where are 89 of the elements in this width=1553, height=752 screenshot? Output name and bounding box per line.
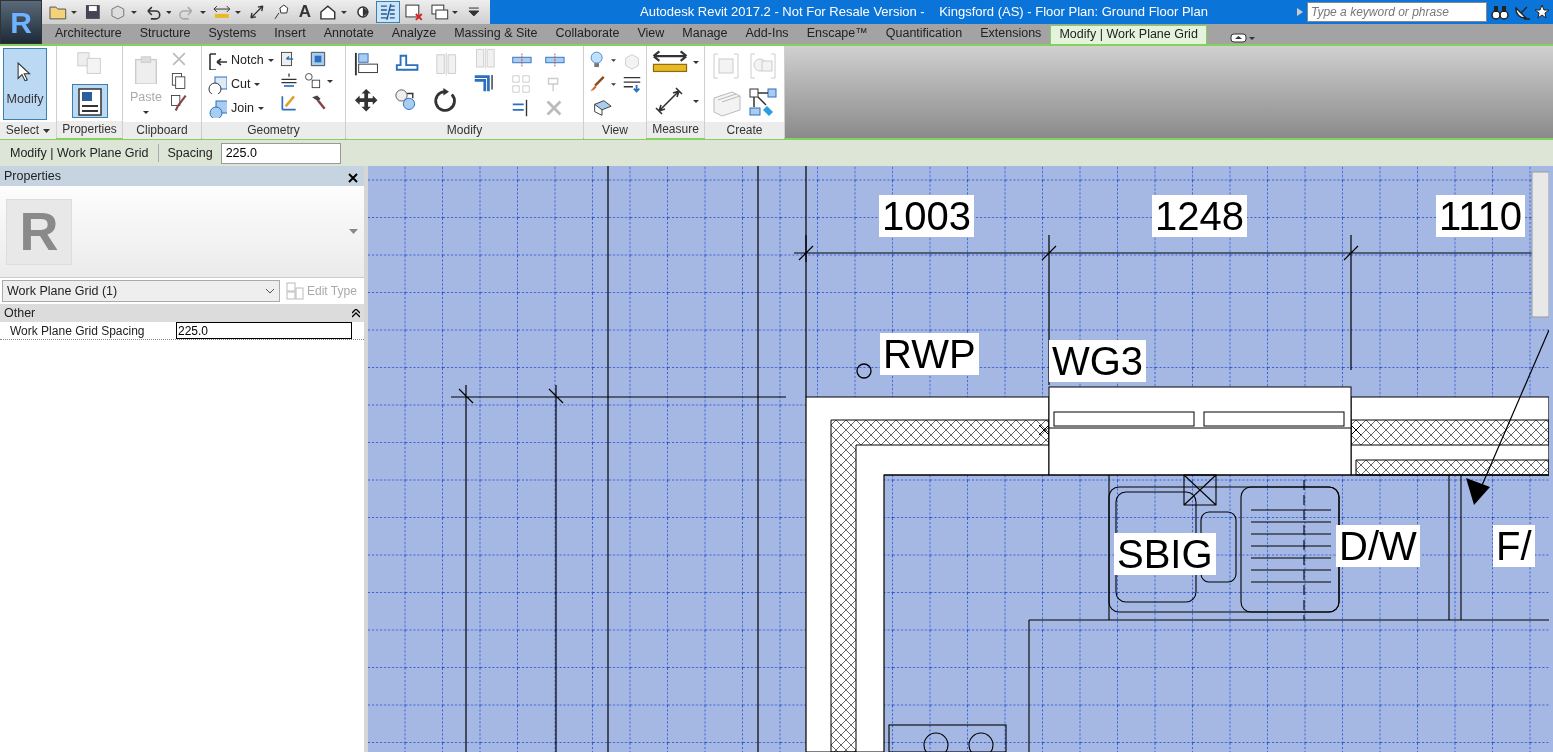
ribbon-tab[interactable]: Structure: [130, 24, 200, 44]
caret-icon: [610, 58, 616, 62]
caret-icon: [130, 10, 137, 14]
ribbon-tab[interactable]: Massing & Site: [445, 24, 547, 44]
caret-icon: [200, 10, 206, 14]
dimension-text: 1003: [879, 195, 974, 237]
caret-icon: [340, 10, 347, 14]
ribbon-tab[interactable]: Enscape™: [797, 24, 877, 44]
binoculars-icon: [1491, 3, 1509, 21]
dropdown-caret-icon: [265, 288, 275, 294]
tool-button[interactable]: Join: [205, 96, 276, 120]
cut-geometry-icon: [207, 74, 227, 94]
minimize-ribbon-icon: [1229, 33, 1256, 43]
toolbar-button[interactable]: A: [296, 1, 314, 23]
property-name: Work Plane Grid Spacing: [9, 322, 146, 340]
panel-label: Properties: [62, 121, 117, 138]
switch-windows-icon: [429, 2, 450, 22]
caret-icon: [70, 10, 77, 14]
shapes-icon: [302, 71, 323, 91]
panel-label: Create: [726, 122, 763, 139]
window-title: Autodesk Revit 2017.2 - Not For Resale Version - Kingsford (AS) - Floor Plan: Ground Floor Plan: [490, 0, 1297, 24]
panel-label: Modify: [446, 122, 483, 139]
caret-icon: [326, 79, 333, 83]
room-tag-text: WG3: [1049, 340, 1147, 382]
star-icon: [1535, 3, 1549, 21]
close-icon: [348, 172, 358, 183]
caret-icon: [452, 10, 459, 14]
close-windows-icon: [404, 2, 424, 22]
room-tag-text: F/: [1493, 525, 1535, 567]
panel-label: Select: [5, 122, 40, 139]
caret-icon: [254, 82, 261, 86]
edit-type-icon: [286, 282, 304, 300]
spacing-field[interactable]: 225.0: [220, 142, 341, 164]
ruler-icon: [651, 49, 689, 75]
ribbon-tab[interactable]: View: [628, 24, 674, 44]
expand-arrow-icon: [1297, 8, 1303, 16]
collapse-icon[interactable]: [352, 308, 360, 318]
caret-icon: [693, 60, 699, 64]
caret-icon: [165, 10, 172, 14]
panel-title: Properties: [4, 167, 61, 185]
notch-icon: [207, 50, 227, 70]
panel-label: Geometry: [247, 122, 300, 139]
caret-icon: [143, 110, 149, 114]
dimension-text: 1248: [1152, 195, 1247, 237]
brush-icon: [169, 93, 189, 113]
tool-button[interactable]: Cut: [205, 72, 276, 96]
caret-icon: [257, 106, 264, 110]
section-box-icon: [591, 97, 613, 119]
context-label: Modify | Work Plane Grid: [0, 143, 160, 163]
ribbon-tab[interactable]: Collaborate: [546, 24, 629, 44]
room-tag-text: D/W: [1336, 525, 1420, 567]
panel-label: View: [602, 122, 628, 139]
ribbon-tab[interactable]: Systems: [199, 24, 266, 44]
ribbon-tab[interactable]: Add-Ins: [736, 24, 798, 44]
caret-icon: [267, 58, 274, 62]
dropdown-caret-icon[interactable]: [349, 229, 358, 234]
thin-lines-icon: [378, 2, 398, 22]
type-preview-image: R: [6, 198, 72, 265]
caret-icon: [693, 99, 699, 103]
ribbon-tab[interactable]: Extensions: [971, 24, 1051, 44]
field-label: Spacing: [166, 144, 214, 162]
dimension-text: 1110: [1436, 195, 1526, 237]
room-tag-text: RWP: [880, 333, 979, 375]
room-tag-text: SBIG: [1114, 533, 1216, 575]
ribbon-tab[interactable]: Insert: [265, 24, 315, 44]
ribbon-tab[interactable]: Architecture: [46, 24, 131, 44]
type-selector[interactable]: Work Plane Grid (1): [2, 280, 280, 302]
tool-button[interactable]: Notch: [205, 48, 276, 72]
downpipe-symbol: [856, 363, 872, 379]
ribbon-tab[interactable]: Manage: [673, 24, 737, 44]
array-icon: [509, 73, 532, 95]
property-value-field[interactable]: 225.0: [176, 322, 352, 339]
panel-label: Measure: [652, 121, 699, 138]
join-geometry-icon: [207, 98, 227, 118]
caret-icon[interactable]: [43, 128, 51, 133]
ribbon-tab[interactable]: Modify | Work Plane Grid: [1050, 25, 1207, 44]
tool-button[interactable]: [71, 84, 108, 118]
house-icon: [318, 2, 338, 22]
search-field[interactable]: Type a keyword or phrase: [1307, 2, 1487, 22]
caret-icon: [610, 82, 616, 86]
ribbon-tab[interactable]: Annotate: [314, 24, 383, 44]
modify-button[interactable]: Modify: [3, 48, 47, 120]
caret-icon: [234, 10, 241, 14]
application-menu-button[interactable]: R: [0, 0, 42, 44]
ribbon-tab[interactable]: Quantification: [876, 24, 972, 44]
panel-label: Clipboard: [136, 122, 188, 139]
group-header: Other: [4, 304, 36, 322]
ribbon-tab[interactable]: Analyze: [382, 24, 446, 44]
ribbon-display-button[interactable]: [1228, 32, 1257, 44]
